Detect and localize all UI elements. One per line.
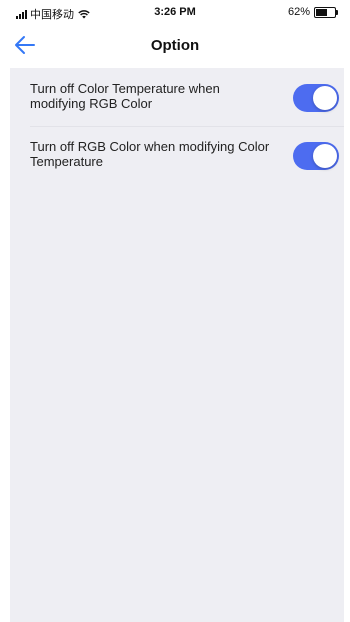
battery-percent: 62% [287,6,310,18]
option-label: Turn off Color Temperature when modifyin… [30,81,220,111]
options-list: Turn off Color Temperature when modifyin… [10,68,344,622]
page-title: Option [150,37,200,54]
option-label: Turn off RGB Color when modifying Color … [30,139,270,169]
toggle-knob [313,86,337,110]
option-toggle[interactable] [293,84,339,112]
status-bar: 中国移动 3:26 PM 62% [0,0,350,24]
status-right: 62% [287,6,338,18]
option-row: Turn off Color Temperature when modifyin… [10,68,344,127]
battery-icon [314,6,338,18]
option-row: Turn off RGB Color when modifying Color … [10,126,344,184]
toggle-knob [313,144,337,168]
battery-fill [316,8,327,16]
option-toggle[interactable] [293,142,339,170]
nav-bar: Option [0,24,350,68]
